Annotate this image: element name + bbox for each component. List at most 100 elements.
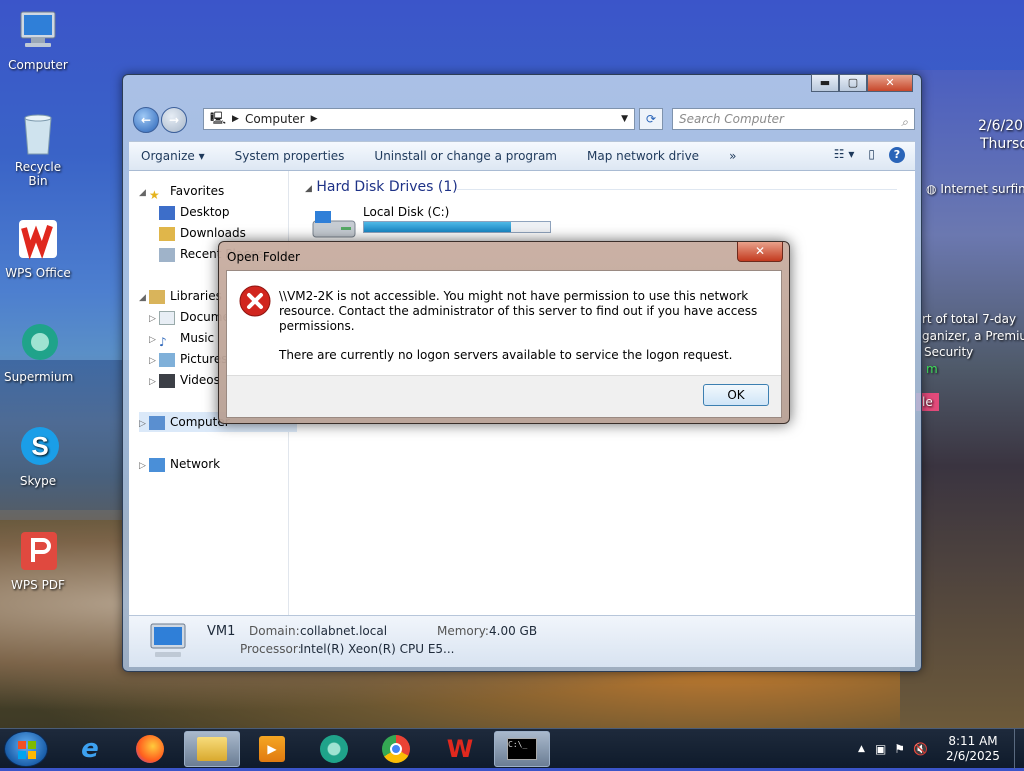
recent-places-icon — [159, 247, 175, 262]
command-bar: Organize ▾ System properties Uninstall o… — [129, 141, 915, 171]
desktop-icon-supermium[interactable]: Supermium — [4, 320, 73, 384]
desktop-icon-computer[interactable]: Computer — [4, 8, 72, 72]
wps-pdf-icon — [15, 528, 61, 574]
nav-network[interactable]: ▷ Network — [139, 454, 297, 474]
taskbar-media-player[interactable]: ▶ — [244, 731, 300, 767]
memory-value: 4.00 GB — [489, 624, 538, 638]
taskbar-explorer[interactable] — [184, 731, 240, 767]
address-row: ← → 🖳 ▶ Computer ▶ ▼ ⟳ Search Computer ⌕ — [131, 105, 915, 133]
widget-text-1: rt of total 7-day — [922, 312, 1017, 326]
view-options-icon[interactable]: ☷ ▾ — [834, 147, 855, 163]
forward-button[interactable]: → — [161, 107, 187, 133]
error-icon — [239, 285, 271, 320]
start-button[interactable] — [4, 731, 48, 767]
widget-text-4: m — [926, 362, 938, 376]
group-header[interactable]: ◢ Hard Disk Drives (1) — [305, 179, 458, 195]
open-folder-dialog: Open Folder ✕ \\VM2-2K is not accessible… — [218, 241, 790, 424]
show-desktop-button[interactable] — [1014, 729, 1024, 769]
help-icon[interactable]: ? — [889, 147, 905, 163]
network-tray-icon[interactable]: ▣ — [875, 742, 886, 756]
desktop-icon-wps-office[interactable]: WPS Office — [4, 216, 72, 280]
minimize-button[interactable]: ▬ — [811, 74, 839, 92]
search-input[interactable]: Search Computer ⌕ — [672, 108, 915, 130]
collapse-arrow-icon: ▷ — [139, 461, 146, 471]
dropdown-icon[interactable]: ▼ — [621, 114, 628, 124]
domain-label: Domain: — [249, 624, 300, 638]
address-bar[interactable]: 🖳 ▶ Computer ▶ ▼ — [203, 108, 635, 130]
desktop-folder-icon — [159, 205, 175, 220]
system-properties-button[interactable]: System properties — [235, 149, 345, 163]
desktop-icon-skype[interactable]: S Skype — [4, 424, 72, 488]
collapse-arrow-icon: ▷ — [149, 314, 156, 324]
breadcrumb-computer[interactable]: Computer — [245, 112, 305, 126]
supermium-icon — [15, 320, 61, 366]
taskbar-cmd[interactable]: C:\_ — [494, 731, 550, 767]
collapse-arrow-icon: ▷ — [139, 419, 146, 429]
processor-value: Intel(R) Xeon(R) CPU E5... — [300, 642, 455, 656]
widget-internet[interactable]: ◍ Internet surfing — [926, 182, 1024, 196]
search-icon[interactable]: ⌕ — [901, 112, 908, 132]
widget-text-2: ganizer, a Premium — [922, 329, 1024, 343]
window-controls: ▬ ▢ ✕ — [811, 74, 913, 92]
widget-text-3: Security — [924, 345, 974, 359]
collapse-arrow-icon: ▷ — [149, 335, 156, 345]
desktop-icon-recycle-bin[interactable]: Recycle Bin — [4, 110, 72, 188]
libraries-icon — [149, 289, 165, 304]
nav-desktop[interactable]: Desktop — [159, 202, 317, 222]
media-player-icon: ▶ — [259, 736, 285, 762]
show-hidden-icons-icon[interactable]: ▲ — [858, 744, 865, 754]
chrome-icon — [382, 735, 410, 763]
map-network-drive-button[interactable]: Map network drive — [587, 149, 699, 163]
action-center-icon[interactable]: ⚑ — [894, 742, 905, 756]
back-button[interactable]: ← — [133, 107, 159, 133]
widget-date: 2/6/202 — [978, 118, 1024, 134]
chevron-right-icon[interactable]: ▶ — [311, 114, 318, 124]
expand-arrow-icon: ◢ — [139, 188, 146, 198]
computer-icon — [15, 8, 61, 54]
computer-name: VM1 — [207, 624, 236, 639]
organize-button[interactable]: Organize ▾ — [141, 149, 205, 163]
downloads-folder-icon — [159, 226, 175, 241]
network-icon — [149, 457, 165, 472]
chevron-right-icon: ▶ — [232, 114, 239, 124]
volume-muted-icon[interactable]: 🔇 — [913, 742, 928, 756]
refresh-button[interactable]: ⟳ — [639, 108, 663, 130]
preview-pane-icon[interactable]: ▯ — [868, 147, 875, 163]
taskbar-wps[interactable]: W — [432, 731, 488, 767]
collapse-arrow-icon: ◢ — [305, 184, 312, 194]
folder-icon — [197, 737, 227, 761]
nav-downloads[interactable]: Downloads — [159, 223, 317, 243]
clock-date: 2/6/2025 — [946, 749, 1000, 763]
svg-text:S: S — [31, 431, 48, 461]
expand-arrow-icon: ◢ — [139, 293, 146, 303]
dialog-body: \\VM2-2K is not accessible. You might no… — [226, 270, 782, 418]
videos-icon — [159, 373, 175, 388]
skype-icon: S — [15, 424, 61, 470]
more-commands-button[interactable]: » — [729, 149, 736, 163]
view-controls: ☷ ▾ ▯ ? — [834, 147, 905, 163]
close-button[interactable]: ✕ — [867, 74, 913, 92]
desktop-icon-wps-pdf[interactable]: WPS PDF — [4, 528, 72, 592]
taskbar-ie[interactable]: e — [62, 731, 118, 767]
taskbar-chrome[interactable] — [368, 731, 424, 767]
hard-drive-icon[interactable] — [311, 207, 357, 243]
uninstall-button[interactable]: Uninstall or change a program — [374, 149, 557, 163]
ok-button[interactable]: OK — [703, 384, 769, 406]
documents-icon — [159, 310, 175, 325]
music-icon: ♪ — [159, 334, 167, 349]
pictures-icon — [159, 352, 175, 367]
taskbar-firefox[interactable] — [122, 731, 178, 767]
clock[interactable]: 8:11 AM 2/6/2025 — [938, 734, 1008, 764]
taskbar: e ▶ W C:\_ ▲ ▣ ⚑ 🔇 8:11 AM 2/6/2025 — [0, 728, 1024, 769]
nav-favorites[interactable]: ◢ ★ Favorites — [139, 181, 297, 201]
maximize-button[interactable]: ▢ — [839, 74, 867, 92]
globe-icon: ◍ — [926, 182, 937, 196]
dialog-close-button[interactable]: ✕ — [737, 242, 783, 262]
processor-label: Processor: — [240, 642, 302, 656]
collapse-arrow-icon: ▷ — [149, 356, 156, 366]
drive-name[interactable]: Local Disk (C:) — [363, 205, 449, 219]
taskbar-supermium[interactable] — [306, 731, 362, 767]
collapse-arrow-icon: ▷ — [149, 377, 156, 387]
recycle-bin-icon — [15, 110, 61, 156]
drive-usage-fill — [364, 222, 511, 232]
